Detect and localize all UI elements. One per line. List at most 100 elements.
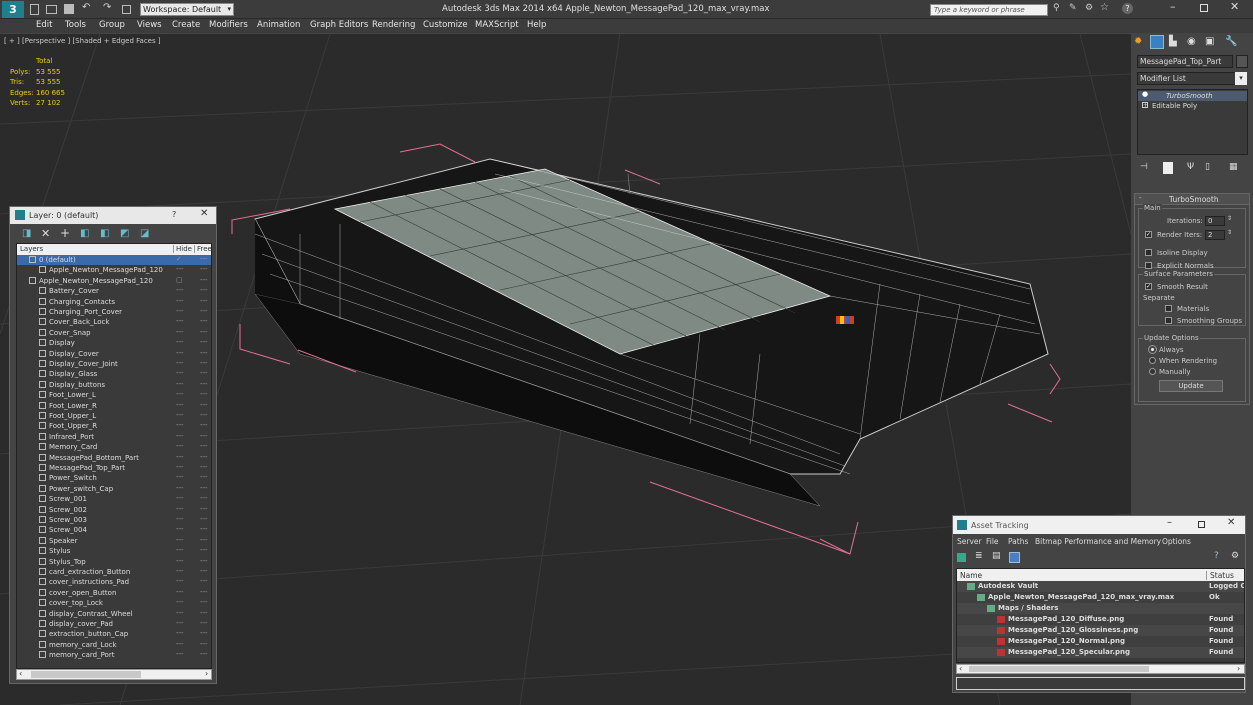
layer-row[interactable]: Infrared_Port --- --- [17,432,211,442]
hide-toggle[interactable]: --- [176,505,184,513]
scroll-right-icon[interactable]: › [205,669,208,678]
hide-toggle[interactable]: --- [176,598,184,606]
freeze-toggle[interactable]: --- [200,473,208,481]
freeze-toggle[interactable]: --- [200,286,208,294]
hide-toggle[interactable]: --- [176,265,184,273]
hide-toggle[interactable]: --- [176,567,184,575]
hide-toggle[interactable]: --- [176,640,184,648]
layer-row[interactable]: memory_card_Lock --- --- [17,640,211,650]
expand-icon[interactable]: + [1142,102,1148,109]
hide-toggle[interactable]: --- [176,588,184,596]
hide-toggle[interactable]: --- [176,473,184,481]
hide-toggle[interactable]: --- [176,577,184,585]
help-icon[interactable]: ? [172,210,176,219]
column-freeze[interactable]: Free [194,245,211,253]
render-iters-spinner[interactable]: 2 [1205,230,1225,240]
configure-sets-icon[interactable]: ▦ [1229,162,1238,172]
freeze-toggle[interactable]: --- [200,484,208,492]
stack-item-editable-poly[interactable]: + Editable Poly [1138,101,1247,111]
hide-toggle[interactable]: --- [176,484,184,492]
hide-toggle[interactable]: --- [176,463,184,471]
freeze-toggle[interactable]: --- [200,546,208,554]
layer-row[interactable]: Speaker --- --- [17,536,211,546]
hide-toggle[interactable]: --- [176,546,184,554]
layer-row[interactable]: memory_card_Port --- --- [17,650,211,660]
layer-row[interactable]: Stylus --- --- [17,546,211,556]
utilities-tab-icon[interactable]: 🔧 [1225,36,1237,47]
freeze-toggle[interactable]: --- [200,307,208,315]
hide-toggle[interactable]: --- [176,525,184,533]
render-iters-checkbox[interactable]: ✓ [1145,231,1152,238]
close-icon[interactable]: ✕ [1227,517,1235,528]
hide-toggle[interactable]: --- [176,369,184,377]
column-layers[interactable]: Layers [20,245,43,253]
freeze-toggle[interactable]: --- [200,255,208,263]
layer-row[interactable]: Foot_Upper_L --- --- [17,411,211,421]
help-icon[interactable]: ? [1122,3,1133,14]
freeze-toggle[interactable]: --- [200,442,208,450]
freeze-toggle[interactable]: --- [200,411,208,419]
modifier-list-dropdown[interactable]: Modifier List [1137,72,1243,85]
layer-row[interactable]: Screw_001 --- --- [17,494,211,504]
scroll-right-icon[interactable]: › [1237,664,1240,673]
freeze-toggle[interactable]: --- [200,567,208,575]
help-icon[interactable]: ? [1214,551,1219,561]
hide-toggle[interactable]: --- [176,390,184,398]
layer-row[interactable]: card_extraction_Button --- --- [17,567,211,577]
layer-row[interactable]: Foot_Lower_L --- --- [17,390,211,400]
chevron-down-icon[interactable]: ▾ [1235,72,1247,85]
freeze-toggle[interactable]: --- [200,432,208,440]
freeze-toggle[interactable]: --- [200,629,208,637]
layer-row[interactable]: Screw_002 --- --- [17,505,211,515]
asset-menu-file[interactable]: File [986,537,999,546]
asset-row[interactable]: MessagePad_120_Glossiness.png Found [957,625,1244,636]
menu-edit[interactable]: Edit [36,20,52,30]
layer-row[interactable]: cover_instructions_Pad --- --- [17,577,211,587]
layer-row[interactable]: Charging_Contacts --- --- [17,297,211,307]
layer-row[interactable]: Cover_Snap --- --- [17,328,211,338]
save-file-icon[interactable] [64,4,74,14]
hide-toggle[interactable]: --- [176,650,184,658]
hide-toggle[interactable]: --- [176,515,184,523]
select-in-layer-icon[interactable]: ◧ [80,228,89,239]
menu-customize[interactable]: Customize [423,20,468,30]
spinner-arrows-icon[interactable]: ⇕ [1227,229,1232,236]
freeze-toggle[interactable]: --- [200,265,208,273]
freeze-toggle[interactable]: --- [200,421,208,429]
layer-scrollbar[interactable]: ‹ › [16,669,212,680]
freeze-toggle[interactable]: --- [200,453,208,461]
add-to-layer-icon[interactable]: + [60,226,70,240]
column-name[interactable]: Name [960,571,982,580]
freeze-toggle[interactable]: --- [200,328,208,336]
when-rendering-radio[interactable] [1149,357,1156,364]
layer-row[interactable]: Screw_004 --- --- [17,525,211,535]
layer-row[interactable]: MessagePad_Top_Part --- --- [17,463,211,473]
freeze-toggle[interactable]: --- [200,297,208,305]
minimize-icon[interactable]: – [1170,0,1176,13]
column-status[interactable]: Status [1206,571,1234,580]
menu-views[interactable]: Views [137,20,162,30]
menu-modifiers[interactable]: Modifiers [209,20,248,30]
search-input[interactable]: Type a keyword or phrase [930,4,1048,16]
layer-row[interactable]: Power_switch_Cap --- --- [17,484,211,494]
hide-toggle[interactable]: --- [176,609,184,617]
layer-row[interactable]: Power_Switch --- --- [17,473,211,483]
layer-row[interactable]: Foot_Lower_R --- --- [17,401,211,411]
modify-tab-icon[interactable] [1150,35,1164,49]
layer-row[interactable]: Battery_Cover --- --- [17,286,211,296]
always-radio[interactable] [1149,346,1156,353]
maximize-icon[interactable] [1200,4,1208,12]
hide-toggle[interactable]: --- [176,349,184,357]
grid-view-icon[interactable] [1009,552,1020,563]
freeze-toggle[interactable]: --- [200,494,208,502]
viewport-label[interactable]: [ + ] [Perspective ] [Shaded + Edged Fac… [4,37,161,45]
hierarchy-tab-icon[interactable]: ▙ [1169,36,1177,47]
settings-icon[interactable]: ⚙ [1231,551,1239,561]
scroll-thumb[interactable] [31,671,141,678]
display-tab-icon[interactable]: ▣ [1205,36,1214,47]
undo-icon[interactable]: ↶ [82,2,90,13]
hide-toggle[interactable]: --- [176,411,184,419]
layer-row[interactable]: Display --- --- [17,338,211,348]
asset-row[interactable]: MessagePad_120_Diffuse.png Found [957,614,1244,625]
freeze-toggle[interactable]: --- [200,463,208,471]
